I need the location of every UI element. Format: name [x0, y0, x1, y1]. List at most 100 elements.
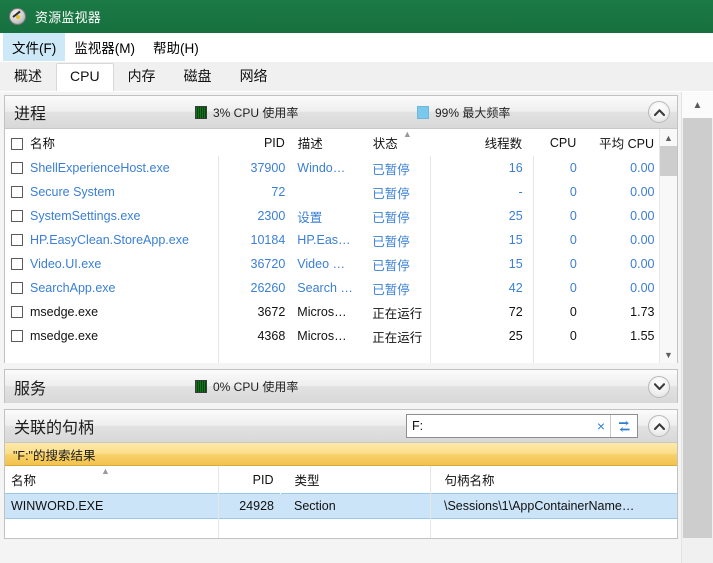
cell-status: 正在运行: [372, 330, 423, 345]
handles-table-wrap: ▲ 名称 PID 类型 句柄名称 WINWORD.EXE 24928 Secti…: [5, 466, 677, 538]
tab-strip: 概述 CPU 内存 磁盘 网络: [0, 62, 713, 93]
processes-collapse-button[interactable]: [648, 101, 670, 123]
processes-table-wrap: 名称 PID 描述 ▲ 状态 线程数 CPU 平均 CPU ShellExper…: [5, 129, 677, 363]
tab-cpu[interactable]: CPU: [56, 63, 114, 93]
resource-monitor-icon: [9, 8, 26, 25]
processes-panel-header[interactable]: 进程 3% CPU 使用率 99% 最大频率: [5, 96, 677, 129]
row-checkbox[interactable]: [11, 330, 23, 342]
cell-name: msedge.exe: [5, 324, 227, 348]
row-checkbox[interactable]: [11, 186, 23, 198]
col-header-cpu[interactable]: CPU: [528, 129, 584, 156]
row-checkbox[interactable]: [11, 306, 23, 318]
processes-panel: 进程 3% CPU 使用率 99% 最大频率 名称 PID 描述 ▲ 状态 线程…: [4, 95, 678, 363]
col-header-status-label: 状态: [372, 137, 398, 151]
cell-status: 已暂停: [372, 258, 410, 273]
resource-monitor-window: 资源监视器 文件(F) 监视器(M) 帮助(H) 概述 CPU 内存 磁盘 网络…: [0, 0, 713, 563]
menu-item-help[interactable]: 帮助(H): [144, 33, 208, 61]
cell-pid: 10184: [250, 233, 286, 247]
cell-handle-process-name: WINWORD.EXE: [5, 493, 218, 519]
cell-status: 已暂停: [372, 162, 410, 177]
table-row[interactable]: HP.EasyClean.StoreApp.exe 10184 HP.Eas… …: [5, 228, 677, 252]
window-scroll-track[interactable]: [682, 118, 713, 563]
table-row[interactable]: Video.UI.exe 36720 Video … 已暂停 15 0 0.00: [5, 252, 677, 276]
col-header-name-label: 名称: [30, 137, 56, 151]
col-header-name-label: 名称: [11, 474, 37, 488]
cell-status: 已暂停: [372, 234, 410, 249]
cell-description: Search …: [297, 281, 353, 295]
menu-item-file[interactable]: 文件(F): [3, 33, 66, 61]
select-all-checkbox[interactable]: [11, 138, 23, 150]
column-divider: [430, 129, 431, 363]
cell-cpu: 0: [569, 233, 577, 247]
row-checkbox[interactable]: [11, 162, 23, 174]
cell-name: Video.UI.exe: [5, 252, 227, 276]
sort-ascending-icon: ▲: [101, 466, 110, 476]
column-divider: [218, 129, 219, 363]
search-result-banner: "F:"的搜索结果: [5, 443, 677, 466]
window-title: 资源监视器: [35, 10, 102, 25]
processes-table-body: ShellExperienceHost.exe 37900 Windo… 已暂停…: [5, 156, 677, 348]
handles-collapse-button[interactable]: [648, 415, 670, 437]
col-header-handle-name-col[interactable]: ▲ 名称: [5, 466, 219, 494]
max-frequency-swatch-icon: [417, 105, 429, 119]
handles-panel-header[interactable]: 关联的句柄 F: ×: [5, 410, 677, 443]
services-cpu-usage-stat: 0% CPU 使用率: [195, 378, 298, 395]
cell-threads: 25: [508, 329, 523, 343]
panels-container: 进程 3% CPU 使用率 99% 最大频率 名称 PID 描述 ▲ 状态 线程…: [0, 92, 682, 563]
handle-search-box[interactable]: F: ×: [406, 414, 638, 438]
window-scroll-up-button[interactable]: ▲: [682, 92, 713, 118]
row-checkbox[interactable]: [11, 258, 23, 270]
chevron-up-icon: [653, 108, 665, 116]
cell-handle-pid: 24928: [218, 493, 280, 519]
cell-cpu: 0: [569, 161, 577, 175]
services-expand-button[interactable]: [648, 375, 670, 398]
cell-description: HP.Eas…: [297, 233, 351, 247]
services-cpu-usage-swatch-icon: [195, 380, 207, 393]
col-header-status[interactable]: ▲ 状态: [366, 129, 448, 156]
handles-table-header-row: ▲ 名称 PID 类型 句柄名称: [5, 466, 677, 494]
col-header-threads[interactable]: 线程数: [447, 129, 530, 156]
tab-network[interactable]: 网络: [226, 63, 282, 92]
menu-item-monitor[interactable]: 监视器(M): [65, 33, 144, 61]
tab-disk[interactable]: 磁盘: [170, 63, 226, 92]
handle-search-input[interactable]: F:: [412, 419, 592, 433]
table-row[interactable]: SystemSettings.exe 2300 设置 已暂停 25 0 0.00: [5, 204, 677, 228]
table-row[interactable]: Secure System 72 已暂停 - 0 0.00: [5, 180, 677, 204]
cell-status: 已暂停: [372, 186, 410, 201]
col-header-handle-type[interactable]: 类型: [280, 466, 431, 494]
cell-description: Micros…: [297, 329, 347, 343]
tab-overview[interactable]: 概述: [0, 63, 56, 92]
scroll-thumb[interactable]: [660, 146, 677, 176]
window-vertical-scrollbar[interactable]: ▲: [681, 92, 713, 563]
cell-handle-name: \Sessions\1\AppContainerName…: [430, 493, 677, 519]
window-scroll-thumb[interactable]: [683, 118, 712, 538]
search-handles-button[interactable]: [610, 415, 637, 437]
col-header-description[interactable]: 描述: [291, 129, 367, 156]
table-row[interactable]: SearchApp.exe 26260 Search … 已暂停 42 0 0.…: [5, 276, 677, 300]
col-header-pid[interactable]: PID: [226, 129, 292, 156]
table-row[interactable]: ShellExperienceHost.exe 37900 Windo… 已暂停…: [5, 156, 677, 180]
services-panel-header[interactable]: 服务 0% CPU 使用率: [5, 370, 677, 403]
cpu-usage-label: 3% CPU 使用率: [213, 105, 299, 120]
table-row[interactable]: WINWORD.EXE 24928 Section \Sessions\1\Ap…: [5, 493, 677, 519]
clear-search-icon[interactable]: ×: [592, 419, 610, 433]
handles-panel: 关联的句柄 F: × "F:"的搜索结果 ▲ 名称 PID 类型 句柄名称 WI…: [4, 409, 678, 539]
cell-pid: 4368: [257, 329, 286, 343]
cell-status: 正在运行: [372, 306, 423, 321]
menu-bar: 文件(F) 监视器(M) 帮助(H): [0, 33, 713, 62]
table-row[interactable]: msedge.exe 3672 Micros… 正在运行 72 0 1.73: [5, 300, 677, 324]
col-header-handle-pid[interactable]: PID: [218, 466, 281, 494]
col-header-name[interactable]: 名称: [5, 129, 228, 156]
tab-memory[interactable]: 内存: [114, 63, 170, 92]
row-checkbox[interactable]: [11, 210, 23, 222]
processes-list-scrollbar[interactable]: ▲ ▼: [659, 129, 677, 363]
row-checkbox[interactable]: [11, 234, 23, 246]
scroll-down-button[interactable]: ▼: [660, 346, 677, 363]
cell-description: Micros…: [297, 305, 347, 319]
col-header-handle-fullname[interactable]: 句柄名称: [430, 466, 677, 494]
scroll-up-button[interactable]: ▲: [660, 129, 677, 146]
table-row[interactable]: msedge.exe 4368 Micros… 正在运行 25 0 1.55: [5, 324, 677, 348]
cell-name: SystemSettings.exe: [5, 204, 227, 228]
row-checkbox[interactable]: [11, 282, 23, 294]
processes-table: 名称 PID 描述 ▲ 状态 线程数 CPU 平均 CPU ShellExper…: [5, 129, 677, 348]
